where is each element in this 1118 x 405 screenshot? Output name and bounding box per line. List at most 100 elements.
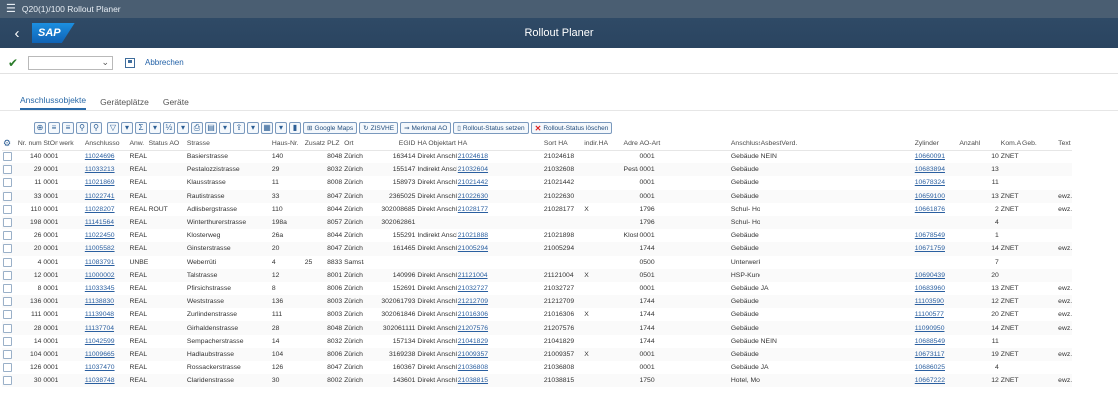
- col-header[interactable]: Anschlusso: [83, 138, 129, 151]
- row-checkbox[interactable]: [3, 363, 12, 373]
- sort-descending-icon[interactable]: ≡: [62, 122, 74, 134]
- col-header[interactable]: Kom.Art.: [999, 138, 1022, 151]
- table-row[interactable]: 12 0001 11000002 REAL Talstrasse 12 8001 Zürich…: [2, 268, 1118, 282]
- col-header[interactable]: werk: [58, 138, 84, 151]
- table-row[interactable]: 104 0001 11009665 REAL Hadlaubstrasse 104 8006…: [2, 347, 1118, 361]
- col-header[interactable]: Anzahl: [958, 138, 1000, 151]
- row-checkbox[interactable]: [3, 244, 12, 254]
- col-header[interactable]: HA Objektart: [416, 138, 457, 151]
- tab-anschlussobjekte[interactable]: Anschlussobjekte: [20, 95, 87, 110]
- table-cell[interactable]: 11083791: [84, 256, 129, 269]
- table-cell[interactable]: 10688549: [914, 335, 959, 348]
- table-row[interactable]: 4000111083791UNBEWeberrüti4258833Samstag…: [2, 256, 1118, 269]
- col-header[interactable]: StOrt: [42, 138, 59, 151]
- tab-geraeteplaetze[interactable]: Geräteplätze: [100, 97, 149, 110]
- table-cell[interactable]: 10686025: [914, 361, 959, 374]
- row-checkbox[interactable]: [3, 336, 12, 346]
- row-checkbox[interactable]: [3, 218, 12, 228]
- table-cell[interactable]: 21009357: [456, 347, 543, 361]
- details-icon[interactable]: ⊕: [34, 122, 46, 134]
- table-cell[interactable]: 21036808: [457, 361, 543, 374]
- col-header[interactable]: Ort: [343, 138, 365, 151]
- row-checkbox[interactable]: [3, 231, 12, 241]
- table-cell[interactable]: 21028177: [457, 203, 543, 216]
- export-dropdown-icon[interactable]: ▾: [247, 122, 259, 134]
- column-settings-icon[interactable]: ⚙: [2, 138, 17, 151]
- table-cell[interactable]: 21021888: [457, 229, 543, 242]
- table-cell[interactable]: 11038748: [83, 374, 129, 388]
- col-header[interactable]: Strasse: [185, 138, 271, 151]
- table-row[interactable]: 20 0001 11005582 REAL Ginsterstrasse 20 8047 Zü…: [2, 242, 1118, 256]
- command-dropdown[interactable]: ⌄: [28, 55, 113, 70]
- table-cell[interactable]: 10667222: [913, 374, 959, 388]
- subtotal-dropdown-icon[interactable]: ▾: [177, 122, 189, 134]
- layout-icon[interactable]: ▦: [261, 122, 273, 134]
- table-cell[interactable]: 11138830: [83, 295, 129, 309]
- filter-dropdown-icon[interactable]: ▾: [121, 122, 133, 134]
- table-row[interactable]: 11 0001 11021869 REAL Klausstrasse 11 8008 Züri…: [2, 176, 1118, 189]
- table-cell[interactable]: 21022630: [456, 189, 543, 203]
- table-cell[interactable]: 21207576: [456, 321, 543, 335]
- table-row[interactable]: 136 0001 11138830 REAL Weststrasse 136 8003 Zür…: [2, 295, 1118, 309]
- col-header[interactable]: Haus-Nr.: [270, 138, 304, 151]
- col-header[interactable]: AsbestVerd.: [759, 138, 914, 151]
- table-cell[interactable]: 11000002: [83, 268, 129, 282]
- table-cell[interactable]: 11033345: [84, 282, 129, 295]
- col-header[interactable]: Anw.: [128, 138, 148, 151]
- table-cell[interactable]: 10678549: [914, 229, 959, 242]
- table-row[interactable]: 14 0001 11042599 REAL Sempacherstrasse 14 8032…: [2, 335, 1118, 348]
- rollout-delete-button[interactable]: ✕ Rollout-Status löschen: [530, 122, 613, 134]
- col-header[interactable]: AO-Art: [638, 138, 730, 151]
- row-checkbox[interactable]: [3, 376, 12, 386]
- col-header[interactable]: Status AO: [147, 138, 186, 151]
- table-cell[interactable]: 11090950: [913, 321, 959, 335]
- table-cell[interactable]: 21038815: [456, 374, 543, 388]
- hamburger-menu-icon[interactable]: ☰: [6, 3, 16, 15]
- table-cell[interactable]: 11005582: [83, 242, 129, 256]
- table-cell[interactable]: 11028207: [84, 203, 129, 216]
- table-row[interactable]: 8 0001 11033345 REAL Pfirsichstrasse 8 8006 Zür…: [2, 282, 1118, 295]
- table-cell[interactable]: [913, 215, 959, 230]
- table-row[interactable]: 110 0001 11028207 REAL ROUT Adlisbergstrasse 1…: [2, 203, 1118, 216]
- table-cell[interactable]: 21016306: [457, 308, 543, 321]
- chart-icon[interactable]: ▮: [289, 122, 301, 134]
- table-row[interactable]: 111 0001 11139048 REAL Zurlindenstrasse 111 80…: [2, 308, 1118, 321]
- table-cell[interactable]: 11033213: [83, 163, 129, 177]
- table-cell[interactable]: 11037470: [84, 361, 129, 374]
- row-checkbox[interactable]: [3, 283, 12, 293]
- table-row[interactable]: 140 0001 11024696 REAL Basierstrasse 140 8048 Z…: [2, 150, 1118, 163]
- table-cell[interactable]: 21024618: [457, 150, 543, 163]
- col-header[interactable]: Zylinder: [913, 138, 959, 151]
- table-cell[interactable]: [914, 256, 959, 269]
- col-header[interactable]: Anschlussobjekt-Art Text: [729, 138, 760, 151]
- col-header[interactable]: Text Kom.Art.: [1057, 138, 1073, 151]
- table-cell[interactable]: 10683894: [913, 163, 959, 177]
- row-checkbox[interactable]: [3, 165, 12, 175]
- table-cell[interactable]: 21021442: [457, 176, 543, 189]
- col-header[interactable]: HA: [456, 138, 543, 151]
- table-row[interactable]: 33 0001 11022741 REAL Rautistrasse 33 8047 Züri…: [2, 189, 1118, 203]
- table-cell[interactable]: 11009665: [83, 347, 129, 361]
- zisvhe-button[interactable]: ↻ ZISVHE: [359, 122, 399, 134]
- row-checkbox[interactable]: [3, 191, 12, 201]
- table-cell[interactable]: 21041829: [457, 335, 543, 348]
- table-cell[interactable]: 11141564: [83, 215, 129, 230]
- rollout-set-button[interactable]: ▯ Rollout-Status setzen: [453, 122, 529, 134]
- table-cell[interactable]: [456, 215, 543, 230]
- find-icon[interactable]: ⚲: [76, 122, 88, 134]
- row-checkbox[interactable]: [3, 152, 12, 162]
- tab-geraete[interactable]: Geräte: [163, 97, 189, 110]
- table-cell[interactable]: 21005294: [456, 242, 543, 256]
- col-header[interactable]: EGID: [364, 138, 417, 151]
- back-arrow-icon[interactable]: ‹: [6, 25, 28, 42]
- save-icon[interactable]: [125, 57, 135, 68]
- table-cell[interactable]: 21212709: [456, 295, 543, 309]
- table-cell[interactable]: 21032727: [457, 282, 543, 295]
- col-header[interactable]: PLZ: [326, 138, 344, 151]
- row-checkbox[interactable]: [3, 257, 12, 267]
- table-cell[interactable]: 10690439: [913, 268, 959, 282]
- row-checkbox[interactable]: [3, 204, 12, 214]
- table-row[interactable]: 29 0001 11033213 REAL Pestalozzistrasse 29 803…: [2, 163, 1118, 177]
- table-cell[interactable]: 11022741: [83, 189, 129, 203]
- find-next-icon[interactable]: ⚲: [90, 122, 102, 134]
